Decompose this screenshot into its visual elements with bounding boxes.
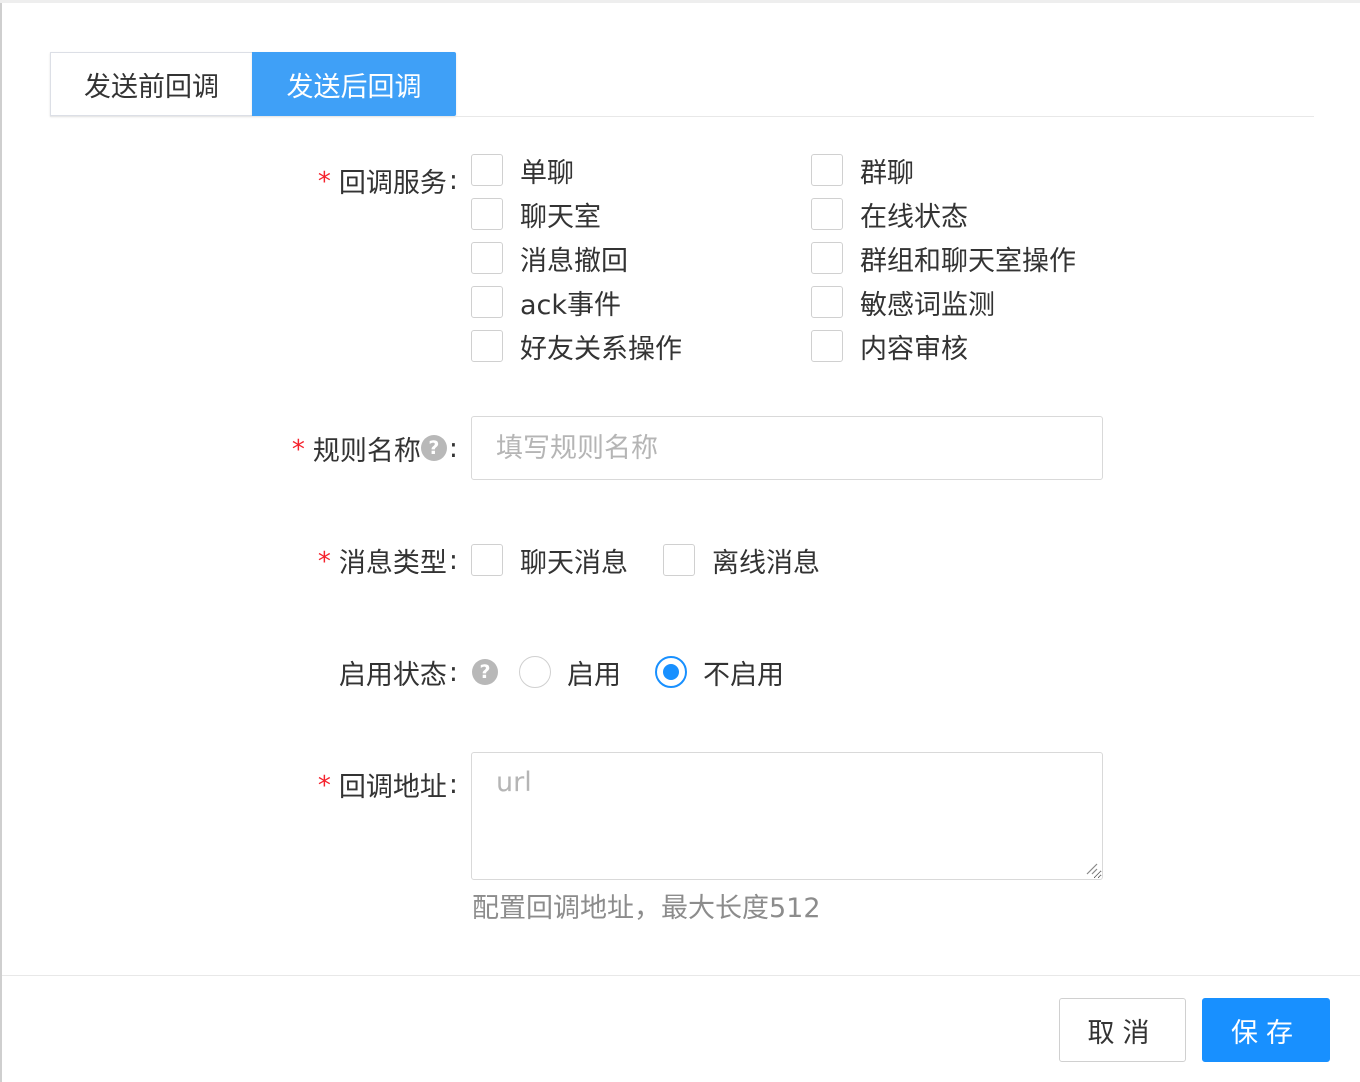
checkbox-box[interactable] xyxy=(811,286,843,318)
checkbox-group-chatroom-ops[interactable]: 群组和聊天室操作 xyxy=(811,241,1076,277)
checkbox-box[interactable] xyxy=(471,198,503,230)
checkbox-label: 聊天消息 xyxy=(520,547,628,579)
callback-services-label-text: 回调服务 xyxy=(338,167,447,199)
checkbox-label: 群组和聊天室操作 xyxy=(860,245,1076,277)
radio-circle-selected[interactable] xyxy=(655,656,687,688)
enable-status-label: 启用状态 : xyxy=(338,654,458,691)
checkbox-friend-relation-ops[interactable]: 好友关系操作 xyxy=(471,329,682,365)
callback-tabs: 发送前回调 发送后回调 xyxy=(50,52,456,116)
question-icon[interactable]: ? xyxy=(420,435,447,461)
top-border xyxy=(0,0,1360,3)
callback-url-hint: 配置回调地址，最大长度512 xyxy=(472,893,821,924)
callback-url-textarea[interactable] xyxy=(471,752,1103,880)
save-button[interactable]: 保存 xyxy=(1202,998,1330,1062)
checkbox-label: 消息撤回 xyxy=(520,245,628,277)
checkbox-message-recall[interactable]: 消息撤回 xyxy=(471,241,628,277)
radio-label: 不启用 xyxy=(703,659,784,691)
footer-divider xyxy=(2,975,1360,976)
required-asterisk: * xyxy=(317,771,331,801)
checkbox-label: 离线消息 xyxy=(712,547,820,579)
radio-selected-dot xyxy=(663,664,679,680)
checkbox-box[interactable] xyxy=(811,242,843,274)
checkbox-single-chat[interactable]: 单聊 xyxy=(471,153,574,189)
radio-circle[interactable] xyxy=(519,656,551,688)
rule-name-input[interactable] xyxy=(471,416,1103,480)
checkbox-box[interactable] xyxy=(471,330,503,362)
tab-pre-send-callback[interactable]: 发送前回调 xyxy=(50,52,252,116)
checkbox-label: 聊天室 xyxy=(520,201,601,233)
label-colon: : xyxy=(448,656,458,688)
checkbox-box[interactable] xyxy=(811,330,843,362)
question-icon[interactable]: ? xyxy=(472,659,498,685)
label-colon: : xyxy=(448,164,458,196)
rule-name-label-text: 规则名称 xyxy=(312,435,421,467)
checkbox-box[interactable] xyxy=(811,198,843,230)
left-border xyxy=(0,0,2,1082)
required-asterisk: * xyxy=(317,167,331,197)
checkbox-box[interactable] xyxy=(471,242,503,274)
checkbox-label: 群聊 xyxy=(860,157,914,189)
resize-grip-icon[interactable] xyxy=(1084,861,1098,875)
label-colon: : xyxy=(448,768,458,800)
checkbox-group-chat[interactable]: 群聊 xyxy=(811,153,914,189)
checkbox-chat-message[interactable]: 聊天消息 xyxy=(471,543,628,579)
label-colon: : xyxy=(448,432,458,464)
checkbox-content-moderation[interactable]: 内容审核 xyxy=(811,329,968,365)
radio-enable[interactable]: 启用 xyxy=(519,655,621,691)
checkbox-online-status[interactable]: 在线状态 xyxy=(811,197,968,233)
rule-name-label: * 规则名称 ? : xyxy=(291,430,458,467)
checkbox-label: 单聊 xyxy=(520,157,574,189)
enable-status-label-text: 启用状态 xyxy=(338,659,447,691)
radio-label: 启用 xyxy=(567,659,621,691)
checkbox-box[interactable] xyxy=(471,544,503,576)
checkbox-sensitive-words[interactable]: 敏感词监测 xyxy=(811,285,995,321)
label-colon: : xyxy=(448,544,458,576)
checkbox-label: 内容审核 xyxy=(860,333,968,365)
required-asterisk: * xyxy=(317,547,331,577)
checkbox-box[interactable] xyxy=(811,154,843,186)
tabs-divider xyxy=(50,116,1314,117)
checkbox-chatroom[interactable]: 聊天室 xyxy=(471,197,601,233)
checkbox-label: 敏感词监测 xyxy=(860,289,995,321)
required-asterisk: * xyxy=(291,435,305,465)
callback-services-label: * 回调服务 : xyxy=(317,162,458,199)
checkbox-ack-event[interactable]: ack事件 xyxy=(471,285,622,321)
checkbox-box[interactable] xyxy=(471,286,503,318)
callback-url-label: * 回调地址 : xyxy=(317,766,458,803)
checkbox-box[interactable] xyxy=(471,154,503,186)
radio-disable[interactable]: 不启用 xyxy=(655,655,784,691)
message-type-label-text: 消息类型 xyxy=(338,547,447,579)
checkbox-label: 在线状态 xyxy=(860,201,968,233)
message-type-label: * 消息类型 : xyxy=(317,542,458,579)
checkbox-offline-message[interactable]: 离线消息 xyxy=(663,543,820,579)
checkbox-label: 好友关系操作 xyxy=(520,333,682,365)
checkbox-box[interactable] xyxy=(663,544,695,576)
callback-url-label-text: 回调地址 xyxy=(338,771,447,803)
tab-post-send-callback[interactable]: 发送后回调 xyxy=(252,52,456,116)
cancel-button[interactable]: 取消 xyxy=(1059,998,1186,1062)
checkbox-label: ack事件 xyxy=(520,289,622,321)
